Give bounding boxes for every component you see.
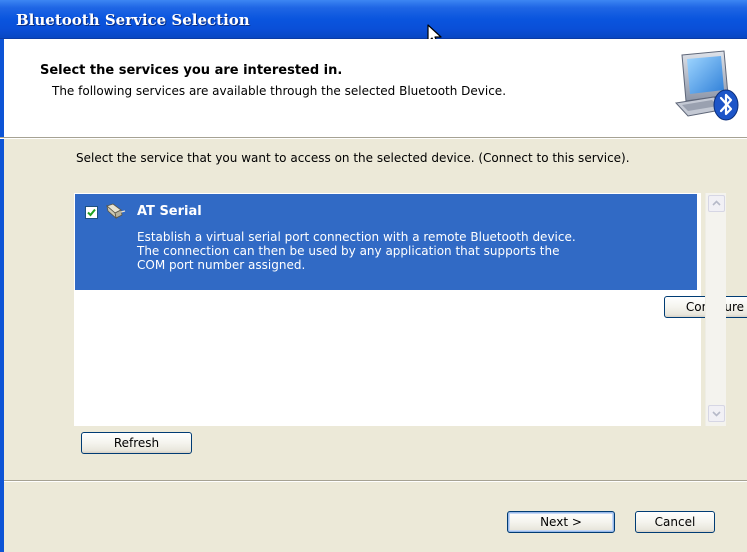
- instructions-text: Select the service that you want to acce…: [76, 151, 630, 165]
- dialog-body: Select the service that you want to acce…: [0, 139, 747, 552]
- service-checkbox[interactable]: [85, 206, 98, 219]
- bluetooth-computer-icon: [674, 50, 739, 121]
- page-heading: Select the services you are interested i…: [40, 63, 343, 78]
- checkmark-icon: [87, 208, 96, 217]
- cancel-button[interactable]: Cancel: [635, 511, 715, 533]
- page-subheading: The following services are available thr…: [52, 84, 507, 98]
- scroll-up-button[interactable]: [708, 195, 725, 212]
- service-name: AT Serial: [137, 204, 202, 219]
- footer-divider: [4, 480, 747, 482]
- title-bar[interactable]: Bluetooth Service Selection: [0, 0, 747, 39]
- header-panel: Select the services you are interested i…: [0, 39, 747, 137]
- scroll-down-button[interactable]: [708, 405, 725, 422]
- services-list[interactable]: AT Serial Establish a virtual serial por…: [74, 193, 747, 426]
- chevron-down-icon: [712, 411, 721, 417]
- next-button[interactable]: Next >: [507, 511, 615, 533]
- window-title: Bluetooth Service Selection: [16, 11, 250, 29]
- service-item-at-serial[interactable]: AT Serial Establish a virtual serial por…: [75, 194, 747, 318]
- service-description: Establish a virtual serial port connecti…: [137, 230, 576, 272]
- serial-plug-icon: [106, 203, 126, 220]
- services-scrollbar[interactable]: [705, 193, 726, 426]
- refresh-button[interactable]: Refresh: [81, 432, 192, 454]
- chevron-up-icon: [712, 200, 721, 206]
